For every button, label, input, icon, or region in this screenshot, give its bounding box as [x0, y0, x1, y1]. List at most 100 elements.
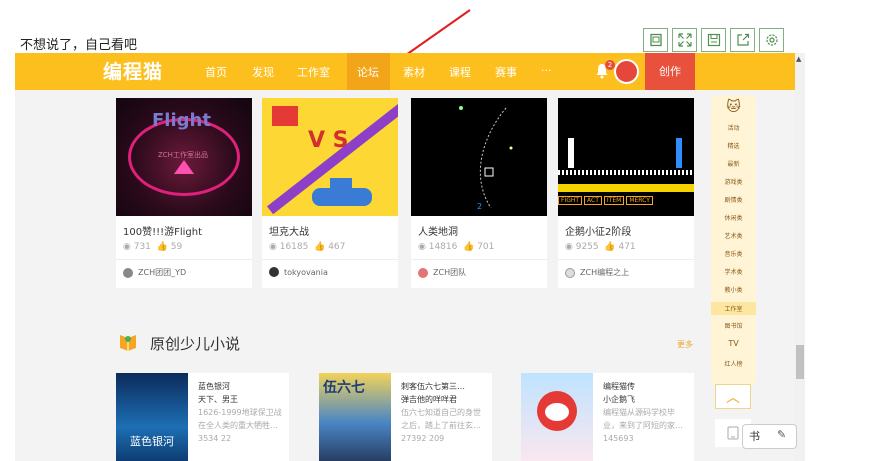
- novel-card[interactable]: 蓝色银河 蓝色银河 天下、男王 1626-1999地球保卫战 在全人类的重大牺牲…: [116, 373, 289, 461]
- window-icon[interactable]: [643, 28, 668, 52]
- thumb-title: V S: [308, 128, 349, 153]
- author-name: ZCH团团_YD: [138, 268, 187, 277]
- novel-desc-2: 在全人类的重大牺牲…: [198, 421, 278, 430]
- thumb-title: 2: [477, 202, 483, 211]
- create-button[interactable]: 创作: [645, 53, 695, 90]
- author-avatar: [418, 267, 428, 278]
- author-avatar: [269, 267, 279, 277]
- project-author[interactable]: ZCH团队: [418, 267, 466, 278]
- project-author[interactable]: ZCH编程之上: [565, 267, 629, 278]
- project-stats: ◉ 16185 👍 467: [269, 242, 345, 252]
- nav-item-materials[interactable]: 素材: [403, 64, 425, 80]
- nav-item-discover[interactable]: 发现: [252, 64, 274, 80]
- view-count: 731: [133, 242, 151, 252]
- like-count: 467: [328, 242, 346, 252]
- novel-title: 刺客伍六七第三…: [401, 382, 465, 391]
- eye-icon: ◉: [269, 242, 277, 252]
- settings-icon[interactable]: [759, 28, 784, 52]
- like-count: 471: [618, 242, 636, 252]
- novel-cover: [521, 373, 593, 461]
- project-title[interactable]: 企鹅小征2阶段: [565, 223, 631, 238]
- nav-item-courses[interactable]: 课程: [449, 64, 471, 80]
- novel-info: 编程猫传 小企鹅飞 编程猫从源码学校毕 业，来到了阿短的家… 145693: [603, 380, 683, 445]
- author-avatar: [123, 267, 133, 278]
- site-logo[interactable]: 编程猫: [103, 57, 163, 84]
- author-name: ZCH团队: [433, 268, 467, 277]
- project-title[interactable]: 100赞!!!游Flight: [123, 223, 202, 238]
- sidebar-item-active[interactable]: 工作室: [711, 302, 756, 315]
- sidebar-item[interactable]: 音乐类: [711, 249, 756, 258]
- project-card[interactable]: FIGHT ACT ITEM MERCY 企鹅小征2阶段 ◉ 9255 👍 47…: [558, 98, 694, 288]
- nav-item-more[interactable]: ···: [541, 64, 552, 77]
- thumb-menu: FIGHT ACT ITEM MERCY: [558, 196, 694, 205]
- project-card[interactable]: V S 坦克大战 ◉ 16185 👍 467 tokyovania: [262, 98, 398, 288]
- project-author[interactable]: ZCH团团_YD: [123, 267, 186, 278]
- novel-author: 天下、男王: [198, 395, 238, 404]
- view-count: 16185: [279, 242, 309, 252]
- project-stats: ◉ 9255 👍 471: [565, 242, 636, 252]
- scroll-up-arrow-icon[interactable]: ▲: [796, 55, 801, 63]
- sidebar-item[interactable]: 休闲类: [711, 213, 756, 222]
- pen-icon: ✎: [777, 428, 787, 441]
- share-icon[interactable]: [730, 28, 755, 52]
- eye-icon: ◉: [123, 242, 131, 252]
- project-card[interactable]: 2 人类地洞 ◉ 14816 👍 701 ZCH团队: [411, 98, 547, 288]
- sidebar-item[interactable]: TV: [711, 339, 756, 348]
- like-count: 701: [477, 242, 495, 252]
- sidebar-item[interactable]: 游戏类: [711, 177, 756, 186]
- like-count: 59: [170, 242, 183, 252]
- sidebar-item[interactable]: 艺术类: [711, 231, 756, 240]
- sidebar-item[interactable]: 学术类: [711, 267, 756, 276]
- nav-item-forum[interactable]: 论坛: [357, 64, 379, 80]
- project-thumbnail: V S: [262, 98, 398, 216]
- back-to-top-button[interactable]: ︿: [715, 384, 751, 409]
- novel-author: 弹吉他的咩咩君: [401, 395, 457, 404]
- scrollbar[interactable]: ▲: [795, 53, 805, 461]
- novel-desc-2: 业，来到了阿短的家…: [603, 421, 683, 430]
- sidebar-item[interactable]: 活动: [711, 123, 756, 132]
- thumb-title: Flight: [152, 110, 211, 131]
- novel-desc: 编程猫从源码学校毕: [603, 408, 675, 417]
- mascot-icon: 🐱: [726, 99, 741, 115]
- nav-item-home[interactable]: 首页: [205, 64, 227, 80]
- project-author[interactable]: tokyovania: [269, 267, 328, 277]
- eye-icon: ◉: [418, 242, 426, 252]
- project-thumbnail: 2: [411, 98, 547, 216]
- novel-card[interactable]: 伍六七 刺客伍六七第三… 弹吉他的咩咩君 伍六七知道自己的身世 之后，踏上了前往…: [319, 373, 492, 461]
- sidebar-item[interactable]: 精选: [711, 141, 756, 150]
- caption-text: 不想说了，自己看吧: [20, 38, 138, 53]
- user-avatar[interactable]: [614, 59, 639, 84]
- sidebar-item[interactable]: 教小类: [711, 285, 756, 294]
- chevron-up-icon: ︿: [726, 389, 740, 406]
- sidebar-item[interactable]: 图书馆: [711, 321, 756, 330]
- nav-item-studio[interactable]: 工作室: [297, 64, 330, 80]
- novel-card[interactable]: 编程猫传 小企鹅飞 编程猫从源码学校毕 业，来到了阿短的家… 145693: [521, 373, 694, 461]
- project-title[interactable]: 人类地洞: [418, 223, 458, 238]
- ime-label: 书: [749, 430, 760, 443]
- sidebar-item[interactable]: 剧情类: [711, 195, 756, 204]
- novel-desc: 1626-1999地球保卫战: [198, 408, 282, 417]
- input-method-toolbar[interactable]: 书 ✎: [742, 424, 797, 449]
- scroll-thumb[interactable]: [796, 345, 804, 379]
- thumb-up-icon: 👍: [463, 242, 475, 252]
- eye-icon: ◉: [565, 242, 573, 252]
- thumb-up-icon: 👍: [156, 242, 168, 252]
- novel-cover: 蓝色银河: [116, 373, 188, 461]
- project-card[interactable]: Flight ZCH工作室出品 100赞!!!游Flight ◉ 731 👍 5…: [116, 98, 252, 288]
- window-toolbar: [643, 28, 784, 52]
- sidebar-item[interactable]: 红人榜: [711, 359, 756, 368]
- section-title: 原创少儿小说: [150, 335, 241, 353]
- novel-desc: 伍六七知道自己的身世: [401, 408, 481, 417]
- project-title[interactable]: 坦克大战: [269, 223, 309, 238]
- novel-author: 小企鹅飞: [603, 395, 635, 404]
- website-frame: 编程猫 首页 发现 工作室 论坛 素材 课程 赛事 ··· 2 创作 ▲ Fli…: [15, 53, 805, 461]
- expand-icon[interactable]: [672, 28, 697, 52]
- save-icon[interactable]: [701, 28, 726, 52]
- cover-title: 伍六七: [323, 380, 365, 396]
- project-stats: ◉ 731 👍 59: [123, 242, 182, 252]
- more-link[interactable]: 更多: [677, 339, 693, 350]
- project-stats: ◉ 14816 👍 701: [418, 242, 494, 252]
- nav-item-events[interactable]: 赛事: [495, 64, 517, 80]
- sidebar-item[interactable]: 最新: [711, 159, 756, 168]
- novel-stats: 27392 209: [401, 434, 445, 443]
